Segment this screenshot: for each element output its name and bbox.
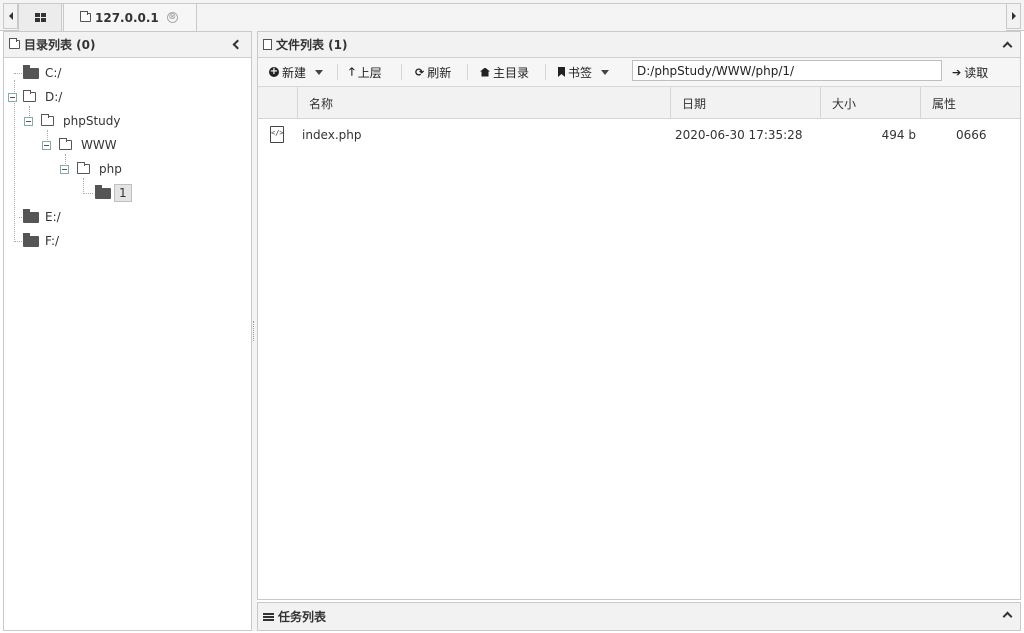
tree-node-www[interactable]: WWW	[59, 134, 117, 156]
column-header-icon	[258, 87, 298, 119]
list-icon	[263, 612, 274, 621]
up-button[interactable]: 🡑 上层	[349, 62, 382, 82]
chevron-down-icon	[315, 69, 324, 75]
path-input[interactable]	[632, 60, 942, 81]
folder-icon	[23, 64, 39, 79]
file-table-header: 名称 日期 大小 属性	[258, 87, 1020, 119]
bookmark-icon	[558, 67, 565, 77]
table-row[interactable]: </> index.php 2020-06-30 17:35:28 494 b …	[258, 121, 1020, 149]
collapse-toggle-icon[interactable]	[8, 93, 17, 102]
tree-node-label-selected: 1	[114, 184, 132, 202]
code-file-icon: </>	[270, 126, 284, 143]
tree-node-e[interactable]: E:/	[23, 206, 61, 228]
collapse-up-icon[interactable]	[1002, 41, 1013, 52]
tree-node-label: D:/	[45, 90, 63, 104]
tab-host[interactable]: 127.0.0.1 ⊗	[63, 4, 197, 31]
read-button-label: 读取	[964, 65, 989, 80]
tree-node-label: WWW	[81, 138, 117, 152]
file-name: index.php	[302, 128, 362, 142]
file-date: 2020-06-30 17:35:28	[675, 128, 803, 142]
up-button-label: 上层	[357, 65, 382, 80]
collapse-toggle-icon[interactable]	[42, 141, 51, 150]
home-button-label: 主目录	[493, 65, 530, 80]
close-icon[interactable]: ⊗	[166, 12, 178, 23]
refresh-button[interactable]: ⟳ 刷新	[415, 62, 451, 82]
plus-circle-icon: +	[269, 66, 279, 77]
file-panel: 文件列表 (1) + 新建 🡑 上层 ⟳ 刷新 主目录 书签 D:/phpStu…	[257, 31, 1021, 600]
chevron-down-icon	[601, 69, 610, 75]
tree-node-phpstudy[interactable]: phpStudy	[41, 110, 121, 132]
directory-panel: 目录列表 (0) C:/ D:/ phpStudy WWW php 1 E:/ …	[3, 31, 252, 631]
tab-strip: 127.0.0.1 ⊗	[18, 3, 1006, 31]
tab-host-label: 127.0.0.1	[95, 10, 159, 25]
tree-node-label: E:/	[45, 210, 61, 224]
tree-node-php[interactable]: php	[77, 158, 122, 180]
column-header-date[interactable]: 日期	[671, 87, 821, 119]
grid-icon	[34, 13, 46, 22]
file-panel-header: 文件列表 (1)	[258, 32, 1020, 58]
tab-scroll-right-button[interactable]	[1006, 3, 1021, 29]
tree-node-label: F:/	[45, 234, 60, 248]
directory-tree: C:/ D:/ phpStudy WWW php 1 E:/ F:/	[4, 58, 251, 630]
task-panel-title: 任务列表	[278, 610, 327, 624]
refresh-button-label: 刷新	[427, 65, 452, 80]
tree-node-label: php	[99, 162, 122, 176]
tree-node-label: phpStudy	[63, 114, 121, 128]
bookmark-button[interactable]: 书签	[558, 62, 610, 82]
expand-up-icon[interactable]	[1002, 611, 1013, 622]
tree-node-1[interactable]: 1	[95, 182, 132, 204]
folder-open-icon	[59, 138, 72, 150]
folder-icon	[95, 184, 111, 199]
directory-panel-title: 目录列表 (0)	[24, 38, 96, 52]
directory-panel-header: 目录列表 (0)	[4, 32, 251, 58]
folder-open-icon	[23, 90, 36, 102]
tab-scroll-left-button[interactable]	[3, 3, 18, 29]
new-button-label: 新建	[282, 65, 307, 80]
folder-open-icon	[41, 114, 54, 126]
file-toolbar: + 新建 🡑 上层 ⟳ 刷新 主目录 书签 ➔ 读取	[258, 58, 1020, 87]
read-button[interactable]: ➔ 读取	[952, 62, 988, 82]
home-button[interactable]: 主目录	[480, 62, 529, 82]
tab-home[interactable]	[18, 4, 62, 31]
arrow-left-icon	[8, 12, 13, 20]
arrow-right-icon: ➔	[952, 65, 962, 79]
folder-icon	[23, 232, 39, 247]
tree-node-c[interactable]: C:/	[23, 62, 61, 84]
file-attr: 0666	[956, 128, 987, 142]
task-panel: 任务列表	[257, 602, 1021, 631]
collapse-toggle-icon[interactable]	[60, 165, 69, 174]
home-icon	[480, 67, 490, 77]
bookmark-button-label: 书签	[568, 65, 593, 80]
folder-icon	[80, 11, 91, 22]
drag-handle-icon	[253, 321, 255, 341]
file-icon	[263, 39, 272, 50]
file-size: 494 b	[881, 128, 916, 142]
column-header-size[interactable]: 大小	[821, 87, 921, 119]
folder-icon	[9, 38, 20, 49]
tree-node-f[interactable]: F:/	[23, 230, 59, 252]
tab-bar: 127.0.0.1 ⊗	[0, 0, 1024, 31]
arrow-right-icon	[1011, 12, 1016, 20]
arrow-up-icon: 🡑	[349, 64, 355, 78]
folder-icon	[23, 208, 39, 223]
refresh-icon: ⟳	[415, 65, 425, 79]
file-panel-title: 文件列表 (1)	[276, 38, 348, 52]
collapse-left-icon[interactable]	[232, 39, 243, 50]
column-header-attr[interactable]: 属性	[921, 87, 1020, 119]
tree-node-label: C:/	[45, 66, 62, 80]
tree-node-d[interactable]: D:/	[23, 86, 62, 108]
column-header-name[interactable]: 名称	[298, 87, 671, 119]
folder-open-icon	[77, 162, 90, 174]
collapse-toggle-icon[interactable]	[24, 117, 33, 126]
new-button[interactable]: + 新建	[269, 62, 324, 82]
